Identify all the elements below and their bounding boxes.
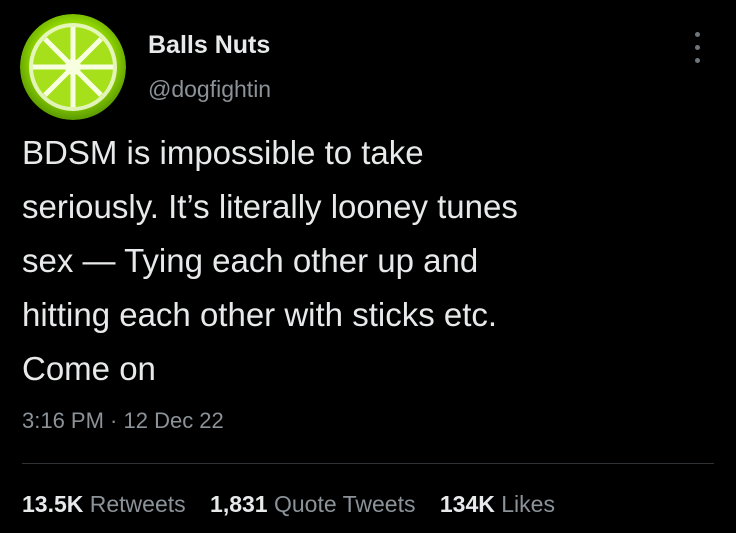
quote-tweets-stat[interactable]: 1,831 Quote Tweets <box>210 491 415 518</box>
tweet-text-line: seriously. It’s literally looney tunes <box>22 188 518 225</box>
user-handle[interactable]: @dogfightin <box>148 76 271 103</box>
retweets-stat[interactable]: 13.5K Retweets <box>22 491 186 518</box>
display-name[interactable]: Balls Nuts <box>148 31 270 60</box>
more-options-icon[interactable] <box>688 30 708 66</box>
tweet-text: BDSM is impossible to take seriously. It… <box>22 126 722 396</box>
quote-tweets-count: 1,831 <box>210 491 268 517</box>
tweet-timestamp[interactable]: 3:16 PM · 12 Dec 22 <box>22 408 224 434</box>
limewire-logo-icon <box>20 14 126 120</box>
more-dot <box>695 58 700 63</box>
quote-tweets-label: Quote Tweets <box>273 491 416 517</box>
likes-stat[interactable]: 134K Likes <box>440 491 555 518</box>
tweet-text-line: hitting each other with sticks etc. <box>22 296 498 333</box>
retweets-label: Retweets <box>89 491 186 517</box>
avatar[interactable] <box>20 14 126 120</box>
more-dot <box>695 32 700 37</box>
likes-count: 134K <box>439 491 495 517</box>
tweet-text-line: sex — Tying each other up and <box>22 242 479 279</box>
retweets-count: 13.5K <box>22 491 84 517</box>
likes-label: Likes <box>501 491 555 517</box>
divider <box>22 463 714 464</box>
tweet-card: Balls Nuts @dogfightin BDSM is impossibl… <box>0 0 736 533</box>
tweet-text-line: Come on <box>22 350 156 387</box>
more-dot <box>695 45 700 50</box>
tweet-stats: 13.5K Retweets 1,831 Quote Tweets 134K L… <box>22 491 573 518</box>
tweet-text-line: BDSM is impossible to take <box>22 134 424 171</box>
